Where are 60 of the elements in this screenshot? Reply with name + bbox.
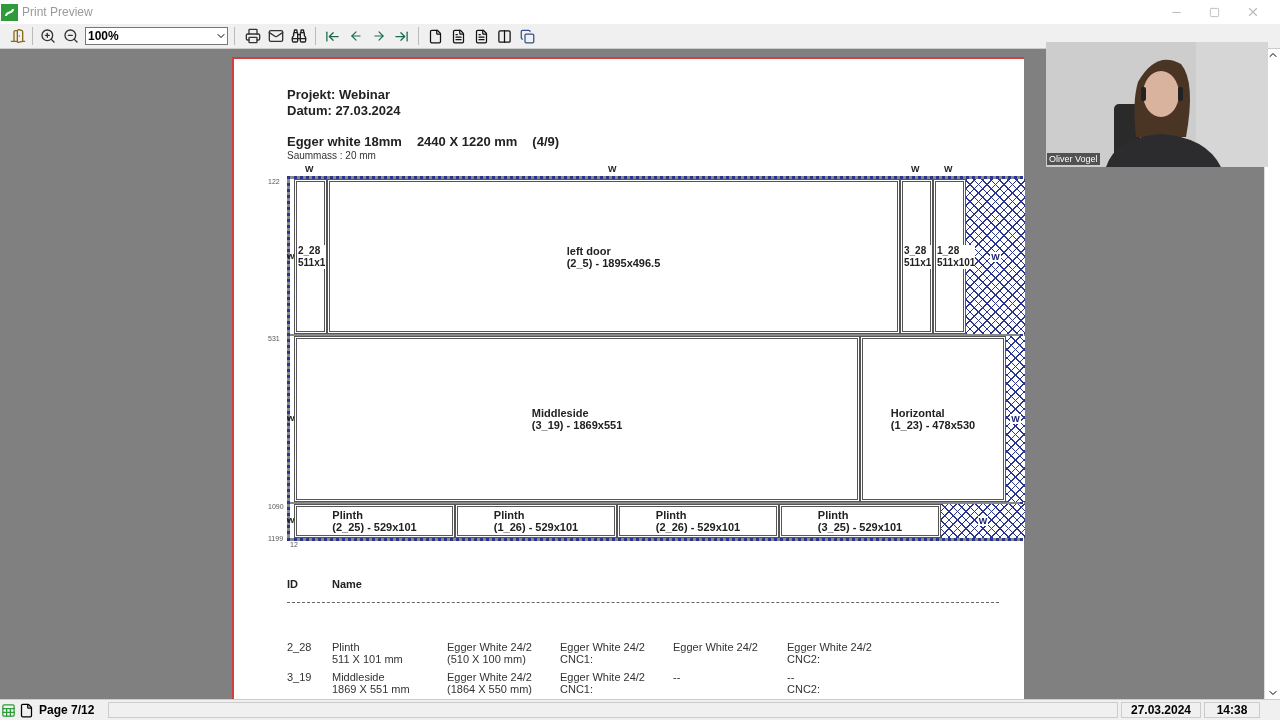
part-label: Middleside (3_19) - 1869x551 — [531, 407, 623, 431]
table-cell: 2_28 — [287, 640, 312, 653]
zoom-out-icon — [62, 28, 79, 44]
part-label: Plinth (2_25) - 529x101 — [332, 509, 417, 533]
table-cell: -- — [673, 670, 681, 683]
participant-name: Oliver Vogel — [1047, 153, 1100, 165]
page-icon — [428, 28, 443, 44]
table-cell: -- CNC2: — [787, 670, 820, 695]
margin-info: Saummass : 20 mm — [287, 150, 377, 162]
part-label: left door (2_5) - 1895x496.5 — [566, 244, 661, 269]
column-header: ID — [287, 577, 299, 592]
column-header: Name — [332, 577, 362, 592]
part-label: Plinth (2_26) - 529x101 — [655, 509, 741, 533]
page-indicator: Page 7/12 — [39, 702, 96, 719]
waste-marker: W — [977, 516, 989, 526]
table-cell: Egger White 24/2 (510 X 100 mm) — [447, 640, 532, 665]
window-title: Print Preview — [22, 4, 93, 21]
waste-marker: W — [1010, 414, 1021, 424]
table-cell: Middleside 1869 X 551 mm — [332, 670, 410, 695]
copy-icon — [520, 28, 535, 44]
table-cell: 3_19 — [287, 670, 312, 683]
sheet-size: 2440 X 1220 mm — [416, 134, 518, 150]
printer-icon — [244, 28, 261, 44]
edge-marker: W — [944, 163, 953, 176]
sheet-count: (4/9) — [532, 134, 560, 150]
part-label: Horizontal (1_23) - 478x530 — [890, 407, 976, 431]
part-label: Plinth (1_26) - 529x101 — [493, 509, 579, 533]
document-icon — [451, 28, 466, 44]
status-time: 14:38 — [1204, 702, 1260, 718]
vertical-scrollbar[interactable] — [1264, 49, 1280, 699]
spreadsheet-icon — [1, 702, 16, 718]
binoculars-icon — [290, 28, 307, 44]
edge-marker: W — [287, 515, 295, 527]
door-icon — [9, 28, 26, 44]
zoom-in-icon — [39, 28, 56, 44]
edge-marker: W — [287, 250, 295, 263]
table-cell: Plinth 511 X 101 mm — [332, 640, 403, 665]
part-label: 1_28 511x101 — [937, 244, 976, 269]
material-name: Egger white 18mm — [287, 134, 402, 150]
project-title: Projekt: Webinar — [287, 87, 392, 103]
edge-marker: W — [287, 413, 295, 425]
table-cell: Egger White 24/2 (1864 X 550 mm) — [447, 670, 532, 695]
edge-marker: W — [608, 163, 617, 176]
table-cell: Egger White 24/2 CNC2: — [787, 640, 872, 665]
table-cell: Egger White 24/2 CNC1: — [560, 670, 645, 695]
part-label: 3_28 511x1 — [904, 244, 932, 269]
status-date: 27.03.2024 — [1121, 702, 1201, 718]
envelope-icon — [267, 28, 284, 44]
zoom-dropdown[interactable]: 100% — [85, 27, 228, 45]
part-label: Plinth (3_25) - 529x101 — [817, 509, 903, 533]
part-label: 2_28 511x1 — [298, 244, 326, 269]
table-cell: Egger White 24/2 — [673, 640, 758, 653]
edge-marker: W — [911, 163, 920, 176]
page-icon — [19, 702, 34, 718]
project-date: Datum: 27.03.2024 — [287, 103, 402, 119]
two-columns-icon — [497, 28, 512, 44]
document-icon — [474, 28, 489, 44]
table-cell: Egger White 24/2 CNC1: — [560, 640, 645, 665]
edge-marker: W — [305, 163, 314, 176]
waste-marker: W — [990, 251, 1001, 262]
